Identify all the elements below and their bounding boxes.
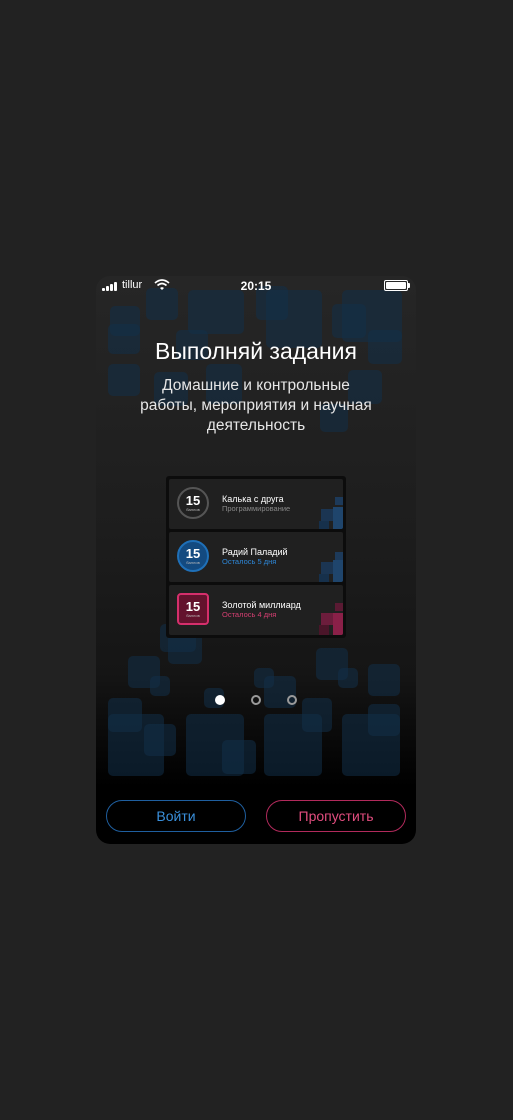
task-cards-illustration: 15 баллов Калька с друга Программировани… bbox=[166, 476, 346, 638]
page-indicator bbox=[96, 695, 416, 707]
onboarding-title: Выполняй задания bbox=[155, 338, 357, 364]
battery-icon bbox=[384, 280, 410, 291]
page-dot-1[interactable] bbox=[215, 695, 225, 705]
phone-screen: tillur 20:15 Выполняй задания Домашние и… bbox=[96, 276, 416, 844]
task-title: Золотой миллиард bbox=[222, 600, 301, 610]
task-title: Радий Паладий bbox=[222, 547, 288, 557]
onboarding-subtitle: Домашние и контрольные работы, мероприят… bbox=[140, 377, 372, 434]
login-button[interactable]: Войти bbox=[106, 800, 246, 832]
page-dot-3[interactable] bbox=[287, 695, 297, 705]
points-badge: 15 баллов bbox=[177, 487, 209, 519]
task-subtitle: Программирование bbox=[222, 504, 291, 513]
task-subtitle: Осталось 4 дня bbox=[222, 610, 277, 619]
status-time: 20:15 bbox=[240, 279, 272, 293]
task-card: 15 баллов Золотой миллиард Осталось 4 дн… bbox=[169, 585, 343, 635]
points-badge: 15 баллов bbox=[177, 540, 209, 572]
points-badge: 15 баллов bbox=[177, 593, 209, 625]
task-title: Калька с друга bbox=[222, 494, 284, 504]
page-dot-2[interactable] bbox=[251, 695, 261, 705]
task-subtitle: Осталось 5 дня bbox=[222, 557, 277, 566]
task-card: 15 баллов Калька с друга Программировани… bbox=[169, 479, 343, 529]
skip-button[interactable]: Пропустить bbox=[266, 800, 406, 832]
status-bar: tillur 20:15 bbox=[96, 276, 416, 296]
task-card: 15 баллов Радий Паладий Осталось 5 дня bbox=[169, 532, 343, 582]
